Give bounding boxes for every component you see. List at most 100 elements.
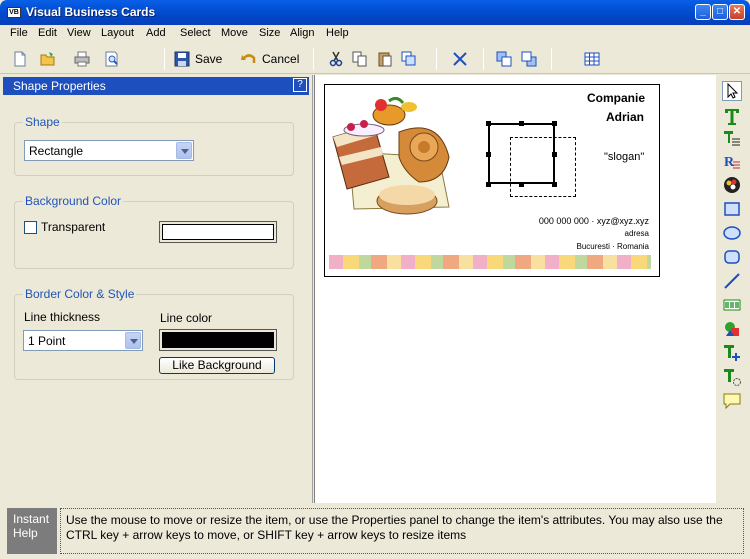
business-card[interactable]: Companie Adrian "slogan" 000 000 000 · x… — [324, 84, 660, 277]
shape-select-value: Rectangle — [29, 144, 84, 158]
print-button[interactable] — [74, 49, 90, 69]
card-city[interactable]: Bucuresti · Romania — [577, 242, 649, 251]
transparent-checkbox[interactable] — [24, 221, 37, 234]
line-thickness-value: 1 Point — [28, 334, 66, 348]
menu-size[interactable]: Size — [259, 27, 280, 39]
toolbar-separator — [483, 48, 484, 70]
pointer-tool[interactable] — [722, 81, 742, 101]
like-background-button[interactable]: Like Background — [159, 357, 275, 374]
card-company[interactable]: Companie — [587, 91, 645, 105]
copy-button[interactable] — [352, 49, 368, 69]
background-color-picker[interactable] — [159, 221, 277, 243]
resize-handle[interactable] — [552, 152, 557, 157]
line-thickness-select[interactable]: 1 Point — [23, 330, 143, 351]
menu-align[interactable]: Align — [290, 27, 314, 39]
panel-title: Shape Properties — [13, 79, 106, 93]
line-icon — [724, 273, 740, 289]
shape-select[interactable]: Rectangle — [24, 140, 194, 161]
barcode-tool[interactable] — [722, 295, 742, 315]
grid-button[interactable] — [584, 49, 600, 69]
rounded-rect-icon — [724, 250, 740, 264]
printer-icon — [74, 51, 90, 67]
paragraph-tool[interactable] — [722, 129, 742, 149]
print-preview-button[interactable] — [104, 49, 120, 69]
text-tool[interactable] — [722, 106, 742, 126]
add-text-tool[interactable] — [722, 343, 742, 363]
duplicate-icon — [401, 51, 416, 66]
resize-handle[interactable] — [486, 182, 491, 187]
line-tool[interactable] — [722, 271, 742, 291]
text-rotate-tool[interactable] — [722, 367, 742, 387]
delete-x-icon — [453, 52, 467, 66]
border-group-label: Border Color & Style — [23, 287, 137, 301]
new-document-icon — [14, 51, 26, 67]
menu-layout[interactable]: Layout — [101, 27, 134, 39]
paste-button[interactable] — [377, 49, 393, 69]
shapes-tool[interactable] — [722, 319, 742, 339]
callout-tool[interactable] — [722, 391, 742, 411]
close-button[interactable]: ✕ — [729, 4, 745, 20]
new-button[interactable] — [12, 49, 28, 69]
menu-view[interactable]: View — [67, 27, 91, 39]
cut-button[interactable] — [328, 49, 344, 69]
menu-file[interactable]: File — [10, 27, 28, 39]
line-color-picker[interactable] — [159, 329, 277, 351]
resize-handle[interactable] — [552, 182, 557, 187]
title-bar: VB Visual Business Cards _ □ ✕ — [0, 0, 750, 25]
window-title: Visual Business Cards — [26, 5, 156, 19]
print-preview-icon — [105, 51, 118, 67]
scissors-icon — [329, 51, 343, 67]
chevron-down-icon[interactable] — [125, 332, 141, 349]
card-contact[interactable]: 000 000 000 · xyz@xyz.xyz — [539, 216, 649, 226]
line-color-label: Line color — [160, 311, 213, 325]
rich-text-icon: R — [724, 155, 740, 170]
card-slogan[interactable]: "slogan" — [604, 151, 644, 163]
image-tool[interactable] — [722, 175, 742, 195]
bring-forward-button[interactable] — [496, 49, 512, 69]
line-color-swatch — [162, 332, 274, 348]
panel-header: Shape Properties ? — [3, 77, 309, 95]
open-button[interactable] — [40, 49, 56, 69]
toolbar-separator — [313, 48, 314, 70]
cancel-button[interactable]: Cancel — [241, 49, 299, 69]
instant-help-text: Use the mouse to move or resize the item… — [60, 508, 744, 554]
duplicate-button[interactable] — [401, 49, 417, 69]
rectangle-tool[interactable] — [722, 199, 742, 219]
delete-button[interactable] — [452, 49, 468, 69]
resize-handle[interactable] — [486, 152, 491, 157]
help-button[interactable]: ? — [293, 78, 307, 92]
menu-select[interactable]: Select — [180, 27, 211, 39]
paste-icon — [378, 52, 392, 67]
open-folder-icon — [40, 52, 55, 66]
resize-handle[interactable] — [519, 182, 524, 187]
rich-text-tool[interactable]: R — [722, 152, 742, 172]
toolbar-separator — [436, 48, 437, 70]
resize-handle[interactable] — [486, 121, 491, 126]
menu-bar: File Edit View Layout Add Select Move Si… — [0, 25, 750, 44]
save-button[interactable]: Save — [174, 49, 222, 69]
maximize-button[interactable]: □ — [712, 4, 728, 20]
minimize-button[interactable]: _ — [695, 4, 711, 20]
shape-group: Shape Rectangle — [14, 115, 294, 176]
menu-help[interactable]: Help — [326, 27, 349, 39]
design-canvas[interactable]: Companie Adrian "slogan" 000 000 000 · x… — [314, 75, 716, 503]
chevron-down-icon[interactable] — [176, 142, 192, 159]
card-address[interactable]: adresa — [625, 229, 649, 238]
toolbar-separator — [164, 48, 165, 70]
text-icon — [725, 109, 739, 125]
dessert-clipart[interactable] — [329, 97, 459, 219]
menu-add[interactable]: Add — [146, 27, 166, 39]
save-icon — [174, 51, 190, 67]
card-name[interactable]: Adrian — [606, 110, 644, 124]
send-backward-button[interactable] — [521, 49, 537, 69]
save-label: Save — [195, 52, 223, 66]
instant-help-label: Instant Help — [7, 508, 57, 554]
menu-edit[interactable]: Edit — [38, 27, 57, 39]
text-rotate-icon — [724, 369, 741, 386]
rounded-rect-tool[interactable] — [722, 247, 742, 267]
resize-handle[interactable] — [552, 121, 557, 126]
ellipse-tool[interactable] — [722, 223, 742, 243]
menu-move[interactable]: Move — [221, 27, 248, 39]
background-group-label: Background Color — [23, 194, 124, 208]
resize-handle[interactable] — [519, 121, 524, 126]
